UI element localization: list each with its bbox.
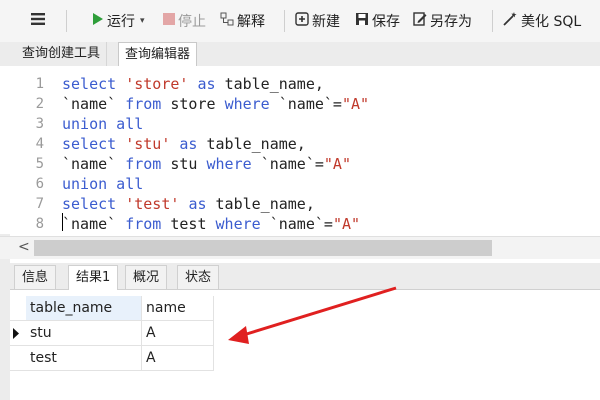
keyword: where (206, 155, 252, 173)
keyword: as (179, 135, 198, 153)
string-literal: 'test' (125, 195, 180, 213)
identifier: table_name, (224, 75, 324, 93)
text-cursor (62, 213, 63, 231)
keyword: as (188, 195, 207, 213)
beautify-sql-button[interactable]: 美化 SQL (502, 10, 581, 32)
line-number: 1 (35, 76, 44, 92)
save-as-icon (413, 12, 427, 30)
string-literal: "A" (341, 95, 370, 113)
explain-label: 解释 (237, 14, 265, 30)
explain-icon (220, 12, 234, 30)
stop-button[interactable]: 停止 (163, 10, 206, 32)
code-line: `name` from store where `name`="A" (62, 94, 369, 114)
table-cell[interactable]: stu (26, 321, 142, 346)
keyword: where (224, 95, 270, 113)
identifier: test (170, 215, 207, 233)
result-grid: table_name name stu A test A (10, 290, 600, 400)
play-icon (92, 12, 104, 30)
new-icon (295, 12, 309, 30)
keyword: as (197, 75, 216, 93)
explain-button[interactable]: 解释 (220, 10, 265, 32)
hamburger-icon (30, 12, 46, 30)
keyword: select (62, 195, 117, 213)
horizontal-scrollbar[interactable]: < (0, 236, 600, 259)
menu-button[interactable] (30, 10, 46, 32)
line-number: 2 (35, 96, 44, 112)
keyword: from (125, 95, 162, 113)
identifier: `name` (62, 215, 117, 233)
line-number: 7 (35, 196, 44, 212)
scroll-left-icon[interactable]: < (18, 239, 30, 255)
identifier: table_name, (215, 195, 315, 213)
save-label: 保存 (372, 14, 400, 30)
code-line: select 'store' as table_name, (62, 74, 324, 94)
identifier: `name` (62, 95, 117, 113)
table-cell[interactable]: A (142, 346, 214, 371)
code-line: `name` from test where `name`="A" (62, 214, 360, 234)
run-label: 运行 (107, 14, 135, 30)
string-literal: 'store' (125, 75, 189, 93)
beautify-sql-label: 美化 SQL (521, 14, 582, 30)
result-tab-bar: 信息 结果1 概况 状态 (10, 263, 600, 290)
toolbar-separator (284, 10, 285, 32)
code-line: `name` from stu where `name`="A" (62, 154, 351, 174)
line-number: 3 (35, 116, 44, 132)
table-cell[interactable]: test (26, 346, 142, 371)
keyword: select (62, 75, 117, 93)
editor-tab-bar: 查询创建工具 查询编辑器 (0, 42, 600, 67)
line-number: 4 (35, 136, 44, 152)
save-button[interactable]: 保存 (355, 10, 400, 32)
tab-query-builder[interactable]: 查询创建工具 (16, 42, 108, 66)
scrollbar-thumb[interactable] (34, 240, 492, 256)
tab-result-1[interactable]: 结果1 (68, 265, 119, 290)
magic-wand-icon (502, 11, 518, 31)
column-header-table-name[interactable]: table_name (26, 296, 142, 321)
row-header[interactable] (10, 321, 26, 346)
dropdown-arrow-icon[interactable]: ▾ (140, 16, 145, 26)
line-number: 5 (35, 156, 44, 172)
keyword: union all (62, 175, 144, 193)
stop-label: 停止 (178, 14, 206, 30)
identifier: `name`= (260, 155, 324, 173)
code-line: select 'stu' as table_name, (62, 134, 306, 154)
keyword: from (125, 215, 162, 233)
save-as-label: 另存为 (430, 14, 472, 30)
save-as-button[interactable]: 另存为 (413, 10, 472, 32)
identifier: `name` (62, 155, 117, 173)
keyword: union all (62, 115, 144, 133)
identifier: stu (170, 155, 198, 173)
code-line: select 'test' as table_name, (62, 194, 315, 214)
toolbar-separator (66, 10, 67, 32)
code-line: union all (62, 174, 143, 194)
identifier: table_name, (206, 135, 306, 153)
tab-info[interactable]: 信息 (14, 265, 57, 289)
string-literal: 'stu' (125, 135, 171, 153)
code-line: union all (62, 114, 143, 134)
identifier: store (170, 95, 216, 113)
line-number: 6 (35, 176, 44, 192)
row-header[interactable] (10, 296, 26, 321)
table-cell[interactable]: A (142, 321, 214, 346)
string-literal: "A" (332, 215, 361, 233)
toolbar-separator (492, 10, 493, 32)
string-literal: "A" (323, 155, 351, 173)
new-label: 新建 (312, 14, 340, 30)
tab-query-editor[interactable]: 查询编辑器 (118, 42, 198, 67)
toolbar: 运行 ▾ 停止 解释 新建 保存 另存为 美化 SQL (0, 0, 600, 43)
keyword: from (125, 155, 162, 173)
keyword: where (215, 215, 261, 233)
stop-icon (163, 13, 175, 29)
identifier: `name`= (269, 215, 333, 233)
identifier: `name`= (278, 95, 342, 113)
tab-overview[interactable]: 概况 (125, 265, 168, 289)
sql-editor[interactable]: 1 2 3 4 5 6 7 8 select 'store' as table_… (0, 66, 600, 234)
save-icon (355, 12, 369, 30)
tab-status[interactable]: 状态 (177, 265, 220, 289)
line-number: 8 (35, 216, 44, 232)
row-header[interactable] (10, 346, 26, 371)
new-button[interactable]: 新建 (295, 10, 340, 32)
run-button[interactable]: 运行 ▾ (92, 10, 145, 32)
column-header-name[interactable]: name (142, 296, 214, 321)
keyword: select (62, 135, 117, 153)
